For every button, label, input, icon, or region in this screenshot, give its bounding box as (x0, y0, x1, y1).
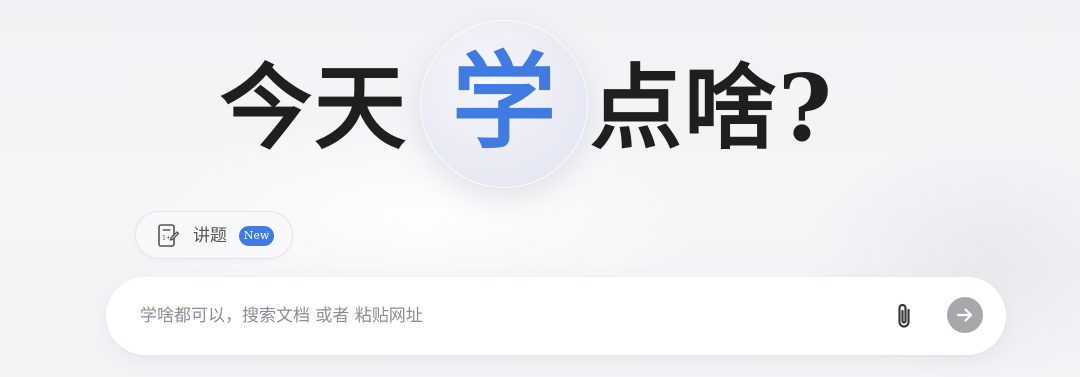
new-badge: New (239, 226, 274, 246)
send-button[interactable] (947, 297, 983, 333)
paperclip-icon[interactable] (890, 301, 918, 331)
search-bar (106, 277, 1006, 355)
headline-right-text: 点啥? (590, 54, 834, 162)
headline-left-text: 今天 (220, 54, 409, 162)
headline-accent-text: 学 (451, 40, 556, 163)
arrow-right-icon (956, 308, 973, 322)
mode-pill-explain-question[interactable]: 1+2 讲题 New (135, 211, 293, 259)
homework-sheet-icon: 1+2 (156, 223, 180, 249)
hero-headline: 今天 学 点啥? (0, 0, 1080, 200)
mode-pill-label: 讲题 (193, 226, 227, 246)
search-input[interactable] (140, 299, 860, 333)
